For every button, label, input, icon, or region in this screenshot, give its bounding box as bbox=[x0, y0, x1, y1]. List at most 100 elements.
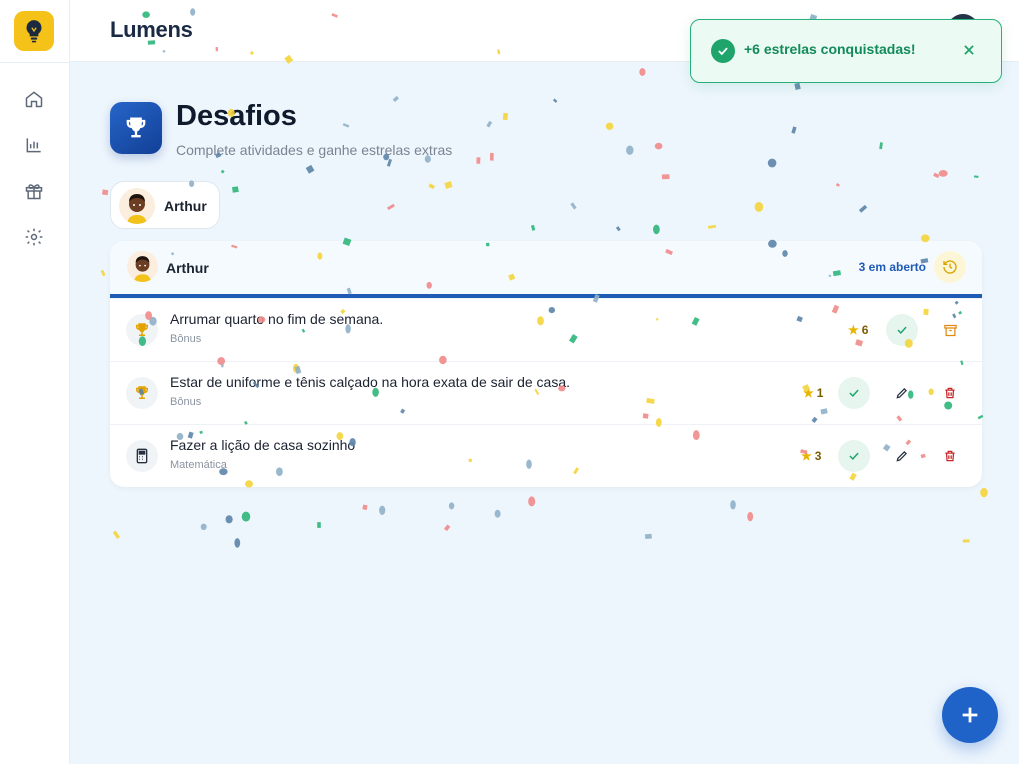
confetti-piece bbox=[100, 269, 106, 277]
confetti-piece bbox=[476, 157, 481, 164]
page-subtitle: Complete atividades e ganhe estrelas ext… bbox=[176, 142, 453, 158]
archive-icon bbox=[943, 324, 957, 336]
confetti-piece bbox=[879, 142, 883, 150]
lightbulb-logo-icon[interactable] bbox=[14, 11, 54, 51]
card-header: Arthur 3 em aberto bbox=[110, 241, 982, 294]
complete-button[interactable] bbox=[838, 377, 870, 409]
gift-icon bbox=[25, 184, 43, 200]
confetti-piece bbox=[615, 226, 621, 232]
pencil-icon bbox=[896, 451, 907, 462]
child-avatar bbox=[119, 188, 155, 224]
child-name: Arthur bbox=[164, 198, 207, 214]
sidebar-item-settings[interactable] bbox=[21, 224, 47, 250]
delete-button[interactable] bbox=[934, 440, 966, 472]
confetti-piece bbox=[317, 522, 321, 528]
trash-icon bbox=[945, 387, 955, 399]
confetti-piece bbox=[234, 538, 241, 548]
confetti-piece bbox=[707, 224, 717, 229]
history-button[interactable] bbox=[934, 251, 966, 283]
confetti-piece bbox=[730, 500, 736, 510]
confetti-piece bbox=[528, 496, 536, 507]
confetti-piece bbox=[101, 189, 109, 196]
toast-message: +6 estrelas conquistadas! bbox=[744, 41, 916, 57]
plus-icon bbox=[962, 707, 978, 723]
sidebar-divider bbox=[0, 62, 70, 63]
star-reward: ★ 6 bbox=[848, 323, 869, 337]
star-icon: ★ bbox=[848, 323, 859, 337]
sidebar-item-reports[interactable] bbox=[21, 132, 47, 158]
card-child-name: Arthur bbox=[166, 260, 209, 276]
confetti-piece bbox=[605, 122, 614, 130]
confetti-piece bbox=[220, 169, 225, 174]
archive-button[interactable] bbox=[934, 314, 966, 346]
confetti-piece bbox=[794, 82, 801, 90]
confetti-piece bbox=[379, 505, 386, 515]
confetti-piece bbox=[639, 68, 646, 76]
complete-button[interactable] bbox=[838, 440, 870, 472]
confetti-piece bbox=[200, 523, 207, 530]
edit-button[interactable] bbox=[886, 440, 918, 472]
complete-button[interactable] bbox=[886, 314, 918, 346]
gear-icon bbox=[25, 228, 43, 246]
confetti-piece bbox=[791, 126, 797, 134]
confetti-piece bbox=[448, 502, 455, 510]
challenge-row: Fazer a lição de casa sozinho Matemática… bbox=[110, 424, 982, 487]
challenge-title: Estar de uniforme e tênis calçado na hor… bbox=[170, 374, 571, 390]
confetti-piece bbox=[444, 181, 453, 189]
confetti-piece bbox=[530, 224, 536, 231]
challenge-title: Fazer a lição de casa sozinho bbox=[170, 437, 356, 453]
delete-button[interactable] bbox=[934, 377, 966, 409]
confetti-piece bbox=[661, 174, 670, 180]
bar-chart-icon bbox=[26, 138, 41, 153]
challenge-category: Bônus bbox=[170, 333, 202, 345]
confetti-piece bbox=[835, 182, 841, 187]
check-icon bbox=[849, 452, 859, 461]
confetti-piece bbox=[305, 164, 315, 174]
confetti-piece bbox=[362, 504, 368, 510]
brand-name: Lumens bbox=[110, 17, 193, 42]
confetti-piece bbox=[933, 172, 940, 179]
child-avatar bbox=[127, 251, 158, 282]
confetti-piece bbox=[502, 112, 509, 121]
challenge-row: Estar de uniforme e tênis calçado na hor… bbox=[110, 361, 982, 424]
sidebar-item-home[interactable] bbox=[21, 86, 47, 112]
trophy-icon bbox=[110, 102, 162, 154]
check-icon bbox=[849, 389, 859, 398]
confetti-piece bbox=[443, 524, 451, 532]
confetti-piece bbox=[626, 145, 634, 155]
confetti-piece bbox=[570, 202, 577, 210]
confetti-piece bbox=[386, 158, 392, 167]
toast-close-button[interactable] bbox=[957, 38, 981, 62]
confetti-piece bbox=[980, 487, 988, 498]
child-selector-chip[interactable]: Arthur bbox=[110, 181, 220, 229]
star-reward: ★ 1 bbox=[803, 386, 824, 400]
confetti-piece bbox=[225, 515, 233, 524]
confetti-piece bbox=[232, 186, 239, 193]
trophy-icon bbox=[126, 314, 158, 346]
confetti-piece bbox=[858, 204, 868, 213]
confetti-piece bbox=[489, 152, 494, 161]
confetti-piece bbox=[938, 170, 948, 177]
add-challenge-button[interactable] bbox=[942, 687, 998, 743]
confetti-piece bbox=[767, 158, 777, 168]
confetti-piece bbox=[486, 120, 493, 128]
challenge-category: Bônus bbox=[170, 396, 202, 408]
star-icon: ★ bbox=[801, 449, 812, 463]
sidebar bbox=[0, 0, 70, 764]
challenges-card: Arthur 3 em aberto Arrumar quarto no fim… bbox=[110, 241, 982, 487]
confetti-piece bbox=[342, 123, 350, 128]
star-reward: ★ 3 bbox=[801, 449, 822, 463]
sidebar-item-rewards[interactable] bbox=[21, 178, 47, 204]
confetti-piece bbox=[747, 511, 754, 522]
page-title: Desafios bbox=[176, 100, 297, 132]
confetti-piece bbox=[644, 533, 652, 540]
trophy-icon bbox=[126, 377, 158, 409]
confetti-piece bbox=[494, 509, 501, 518]
confetti-piece bbox=[392, 95, 399, 103]
calculator-icon bbox=[126, 440, 158, 472]
confetti-piece bbox=[653, 224, 660, 235]
close-icon bbox=[964, 45, 974, 55]
edit-button[interactable] bbox=[886, 377, 918, 409]
confetti-piece bbox=[754, 202, 764, 212]
challenge-category: Matemática bbox=[170, 459, 227, 471]
